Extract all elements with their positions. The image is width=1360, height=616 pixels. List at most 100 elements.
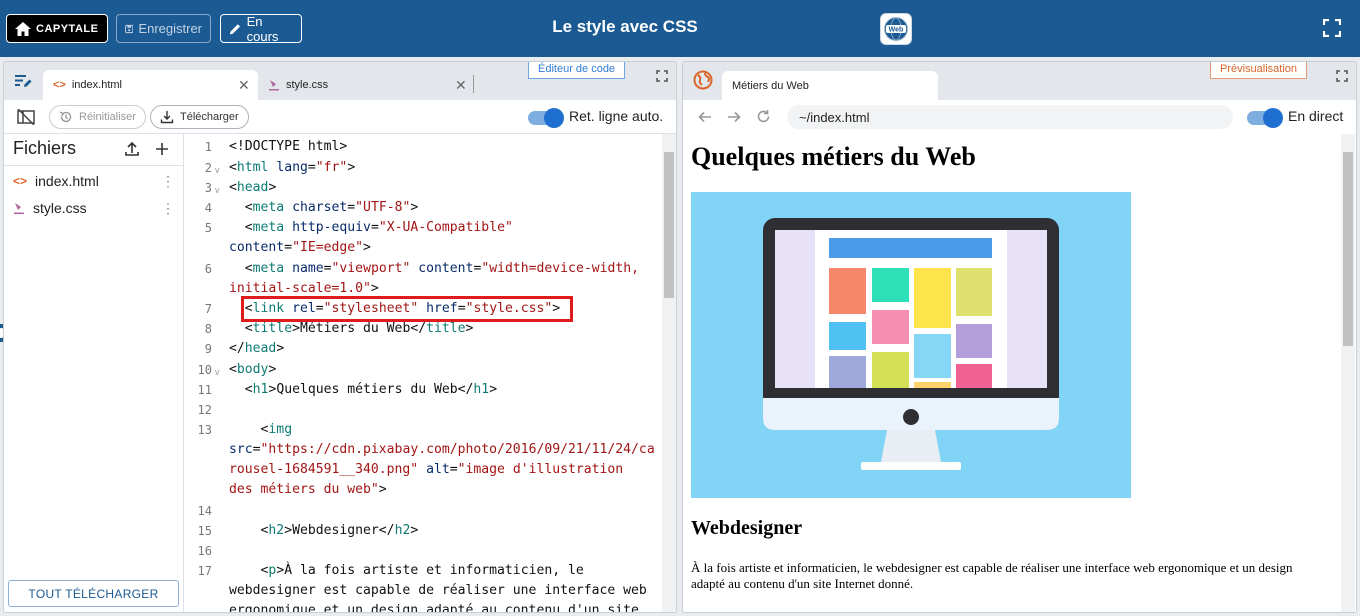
more-options-icon[interactable]: ⋮ [161,200,175,217]
page-title: Le style avec CSS [552,17,698,36]
expand-icon[interactable] [1336,70,1348,82]
html-file-icon: <> [53,79,66,91]
file-name: style.css [33,200,87,216]
reload-icon[interactable] [756,109,771,124]
list-edit-icon[interactable] [14,73,32,89]
files-divider [4,165,183,166]
close-tab-icon[interactable]: ✕ [455,77,467,94]
forward-arrow-icon[interactable] [727,110,741,124]
css-file-icon [269,80,279,91]
editor-toolbar: Réinitialiser Télécharger Ret. ligne aut… [4,100,676,134]
line-number: 11 [197,383,212,397]
preview-navbar: ~/index.html En direct [683,100,1356,134]
line-number: 5 [204,221,212,235]
code-line: <html lang="fr"> [229,160,356,175]
code-line: <h1>Quelques métiers du Web</h1> [229,382,498,397]
code-line: des métiers du web"> [229,482,387,497]
tab-index-html[interactable]: <> index.html [43,70,258,100]
line-number: 12 [197,403,212,417]
line-number: 10 [197,363,212,377]
code-line: <meta charset="UTF-8"> [229,200,419,215]
editor-panel-label: Éditeur de code [528,62,626,79]
html-file-icon: <> [13,174,28,188]
web-badge-icon: Web [880,13,912,45]
line-gutter: 1 2 v 3 v 4 5 6 7 8 9 10 v 11 12 13 14 1… [184,134,228,612]
toggle-knob [544,108,564,128]
preview-viewport: Quelques métiers du Web Webdesigner À la… [683,134,1356,612]
tab-page-title[interactable]: Métiers du Web [722,71,938,100]
fold-icon[interactable]: v [215,185,220,195]
preview-panel-label: Prévisualisation [1210,62,1308,79]
code-line: <head> [229,180,277,195]
line-number: 3 [204,181,212,195]
globe-icon [693,70,713,90]
code-line: <!DOCTYPE html> [229,139,348,154]
tab-style-css[interactable]: style.css [258,70,473,100]
line-number: 16 [197,544,212,558]
line-number: 9 [204,342,212,356]
code-line: <p>À la fois artiste et informaticien, l… [229,563,584,578]
live-toggle[interactable] [1247,108,1283,128]
code-editor-panel: <> index.html ✕ style.css ✕ Éditeur de c… [3,61,677,613]
preview-tab-bar: Métiers du Web Prévisualisation [683,62,1356,100]
code-line: <img [229,422,293,437]
line-number: 14 [197,504,212,518]
line-number: 4 [204,201,212,215]
line-number: 2 [204,161,212,175]
preview-heading: Quelques métiers du Web [691,142,976,171]
code-line: src="https://cdn.pixabay.com/photo/2016/… [229,442,655,457]
download-icon [160,111,174,124]
code-line: <meta http-equiv="X-UA-Compatible" [229,220,513,235]
back-arrow-icon[interactable] [698,110,712,124]
history-icon [59,111,72,123]
wrap-label: Ret. ligne auto. [569,108,664,124]
fold-icon[interactable]: v [215,165,220,175]
file-item-style-css[interactable]: style.css ⋮ [4,195,183,221]
line-number: 13 [197,423,212,437]
code-line: <h2>Webdesigner</h2> [229,523,419,538]
toggle-knob [1263,108,1283,128]
file-name: index.html [35,173,99,189]
web-badge-text: Web [889,27,904,34]
expand-icon[interactable] [656,70,668,82]
code-line: content="IE=edge"> [229,240,371,255]
scrollbar-thumb[interactable] [1343,152,1353,346]
address-bar[interactable]: ~/index.html [787,105,1233,129]
download-label: Télécharger [180,111,239,123]
scrollbar-thumb[interactable] [664,152,674,298]
fold-icon[interactable]: v [215,367,220,377]
code-line: <meta name="viewport" content="width=dev… [229,261,640,276]
preview-scrollbar[interactable] [1341,134,1355,612]
add-file-icon[interactable] [154,141,170,157]
code-line: </head> [229,341,285,356]
files-title: Fichiers [13,138,77,158]
more-options-icon[interactable]: ⋮ [161,173,175,190]
top-bar: CAPYTALE Enregistrer En cours Le style a… [0,0,1360,57]
code-line: ergonomique et un design adapté au conte… [229,603,639,613]
line-number: 15 [197,524,212,538]
code-area[interactable]: 1 2 v 3 v 4 5 6 7 8 9 10 v 11 12 13 14 1… [184,134,676,613]
line-number: 1 [204,140,212,154]
preview-panel: Métiers du Web Prévisualisation ~/index.… [682,61,1357,613]
line-number: 7 [204,302,212,316]
wrap-toggle[interactable] [528,108,564,128]
highlight-box [241,296,573,322]
line-number: 8 [204,322,212,336]
close-tab-icon[interactable]: ✕ [238,77,250,94]
download-all-button[interactable]: TOUT TÉLÉCHARGER [8,580,179,607]
file-explorer: Fichiers <> index.html ⋮ style.css ⋮ TOU… [4,134,184,612]
tab-divider [473,75,474,93]
fullscreen-icon[interactable] [1323,19,1341,37]
download-button[interactable]: Télécharger [150,105,249,129]
line-number: 6 [204,262,212,276]
reset-label: Réinitialiser [79,111,136,123]
line-number: 17 [197,564,212,578]
reset-button[interactable]: Réinitialiser [49,105,146,129]
sidebar-toggle-icon[interactable] [17,109,35,125]
upload-icon[interactable] [124,141,140,157]
preview-subheading: Webdesigner [691,517,803,539]
tab-label: style.css [286,79,329,91]
code-scrollbar[interactable] [662,134,676,612]
file-item-index-html[interactable]: <> index.html ⋮ [4,168,183,194]
code-line: webdesigner est capable de réaliser une … [229,583,647,598]
